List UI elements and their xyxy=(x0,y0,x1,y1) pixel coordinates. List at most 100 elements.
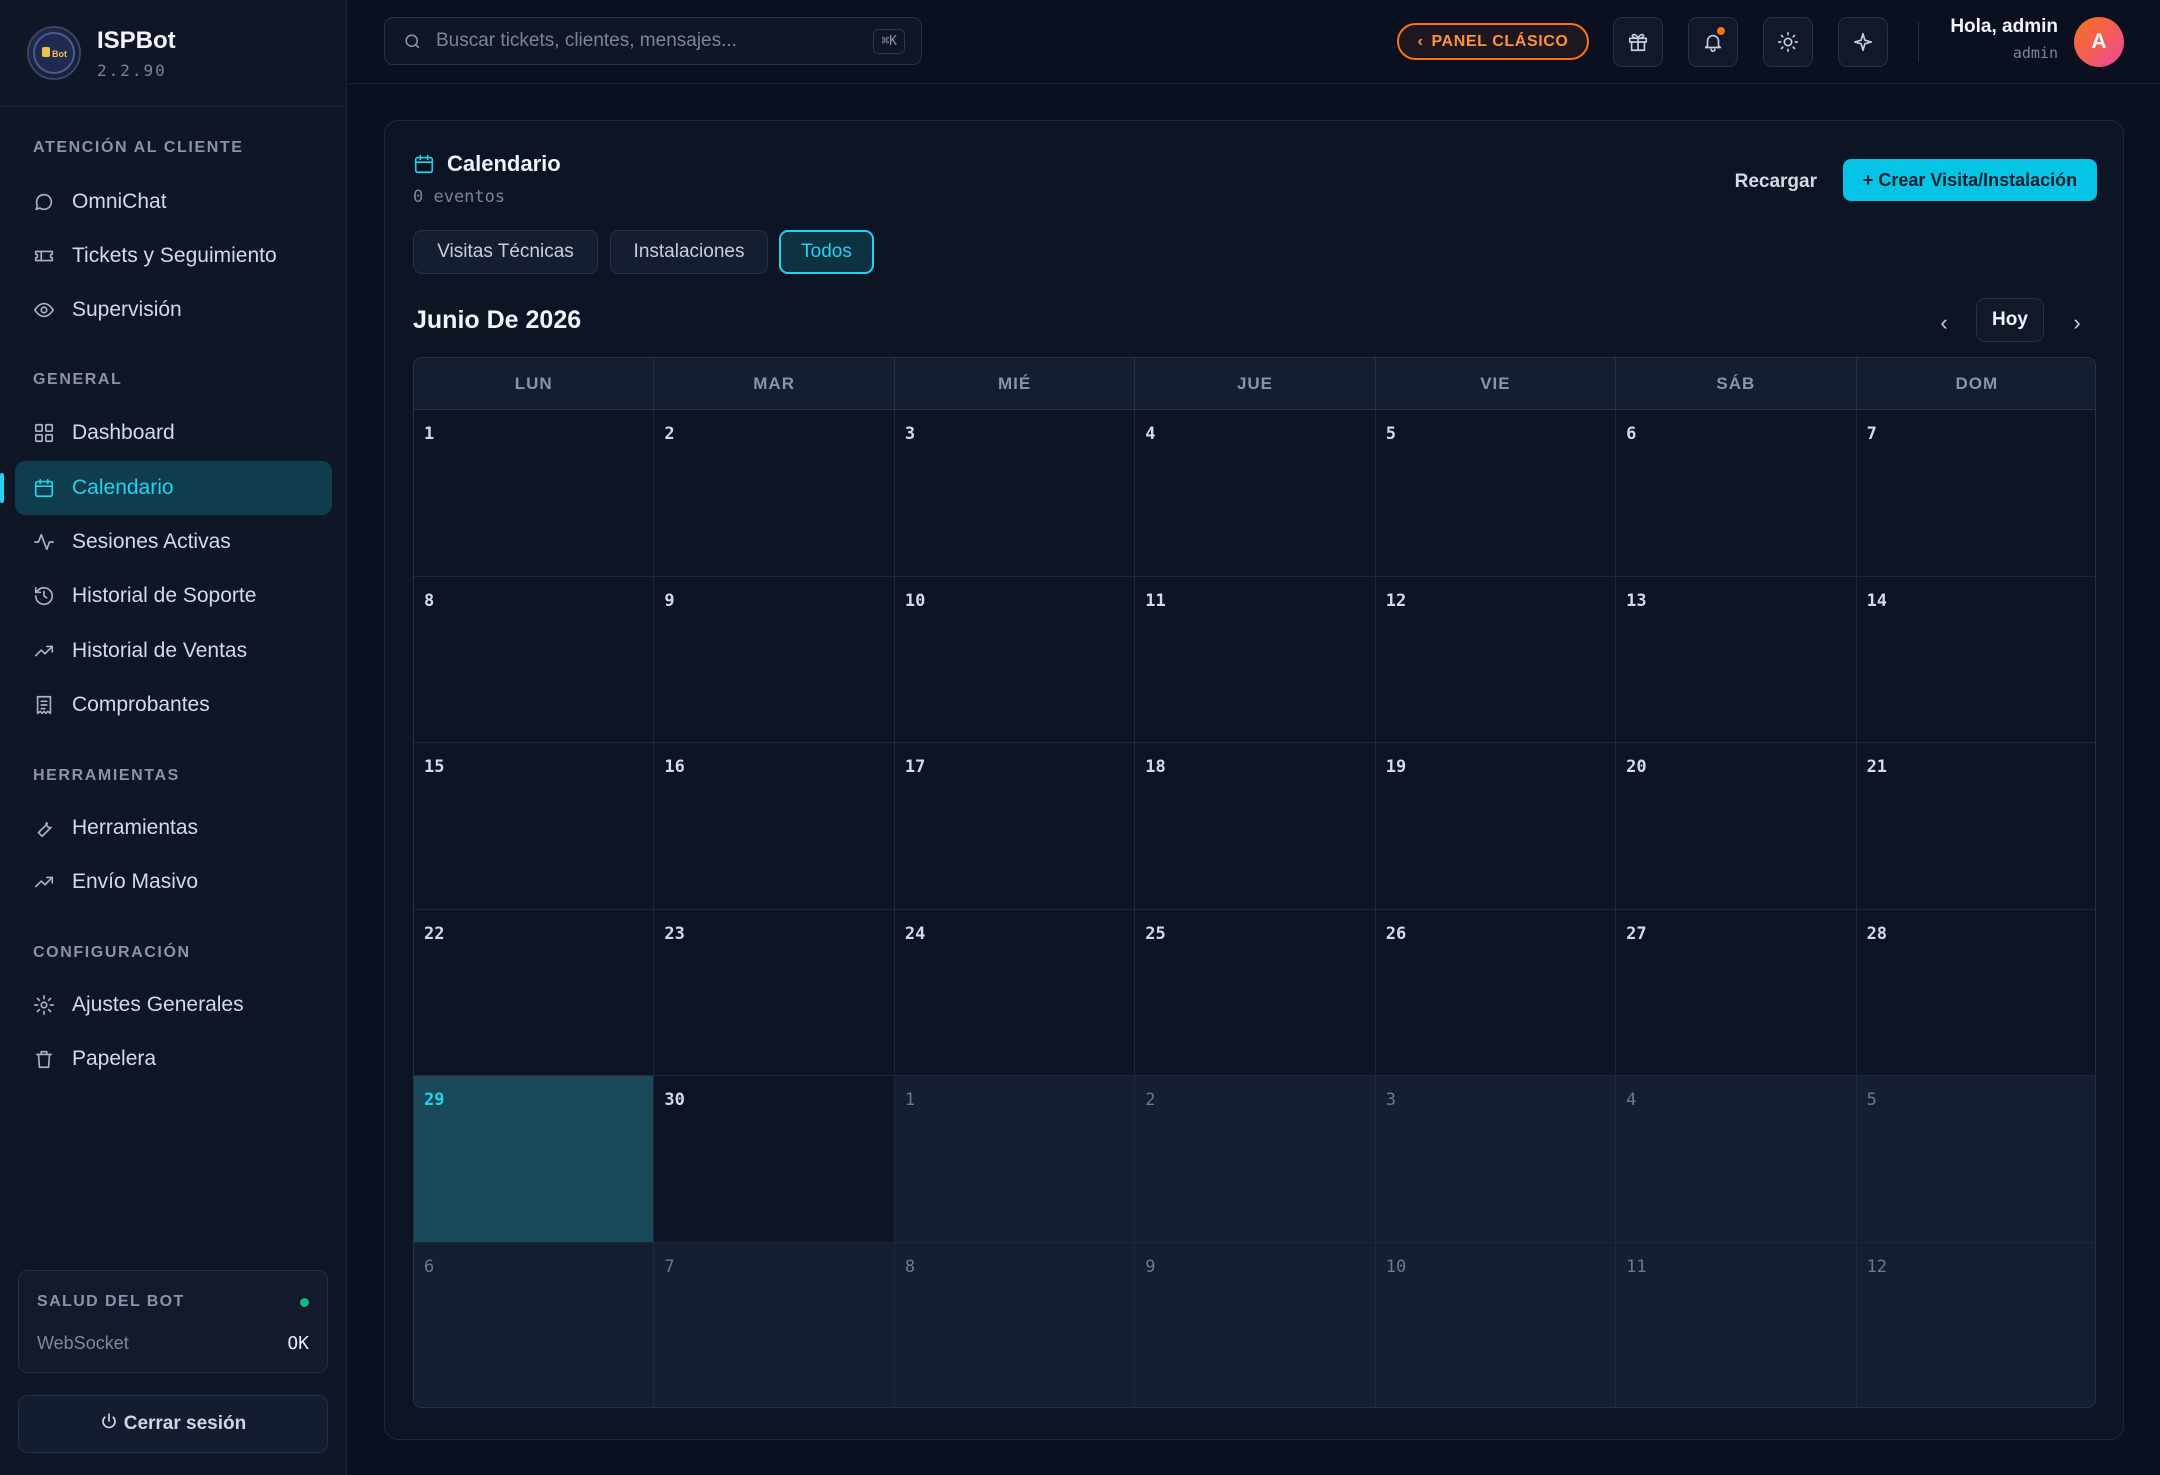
day-cell[interactable]: 21 xyxy=(1856,743,2095,910)
day-cell[interactable]: 16 xyxy=(654,743,895,910)
day-cell[interactable]: 1 xyxy=(894,1076,1136,1243)
search-input[interactable]: Buscar tickets, clientes, mensajes... ⌘K xyxy=(384,17,922,65)
day-cell[interactable]: 10 xyxy=(894,576,1136,743)
day-cell[interactable]: 27 xyxy=(1616,909,1857,1076)
gift-button[interactable] xyxy=(1613,17,1663,67)
sidebar-item-envio-masivo[interactable]: Envío Masivo xyxy=(15,855,332,909)
sidebar-item-tickets[interactable]: Tickets y Seguimiento xyxy=(15,229,332,283)
logout-button[interactable]: Cerrar sesión xyxy=(18,1395,328,1453)
sidebar-item-papelera[interactable]: Papelera xyxy=(15,1032,332,1086)
day-cell[interactable]: 7 xyxy=(654,1242,895,1407)
trash-icon xyxy=(33,1048,55,1070)
day-cell[interactable]: 3 xyxy=(894,410,1136,577)
theme-toggle-button[interactable] xyxy=(1763,17,1813,67)
section-title-herramientas: HERRAMIENTAS xyxy=(33,767,180,784)
day-cell[interactable]: 22 xyxy=(414,909,655,1076)
weekday-header: LUN MAR MIÉ JUE VIE SÁB DOM xyxy=(414,358,2095,410)
sidebar-item-supervision[interactable]: Supervisión xyxy=(15,283,332,337)
sparkle-button[interactable] xyxy=(1838,17,1888,67)
day-cell[interactable]: 28 xyxy=(1856,909,2095,1076)
day-cell[interactable]: 13 xyxy=(1616,576,1857,743)
day-cell[interactable]: 20 xyxy=(1616,743,1857,910)
day-cell[interactable]: 9 xyxy=(1135,1242,1376,1407)
day-cell[interactable]: 5 xyxy=(1856,1076,2095,1243)
day-cell[interactable]: 6 xyxy=(414,1242,655,1407)
day-number: 20 xyxy=(1626,757,1647,777)
day-cell[interactable]: 12 xyxy=(1375,576,1617,743)
sidebar-item-sesiones[interactable]: Sesiones Activas xyxy=(15,515,332,569)
health-value: OK xyxy=(287,1333,309,1354)
day-cell[interactable]: 14 xyxy=(1856,576,2095,743)
sidebar-item-dashboard[interactable]: Dashboard xyxy=(15,406,332,460)
today-button[interactable]: Hoy xyxy=(1976,298,2044,342)
day-number: 12 xyxy=(1866,1256,1888,1277)
section-title-atencion: ATENCIÓN AL CLIENTE xyxy=(33,139,244,156)
ticket-icon xyxy=(33,245,55,267)
avatar[interactable]: A xyxy=(2074,17,2124,67)
day-cell[interactable]: 24 xyxy=(894,909,1136,1076)
prev-month-button[interactable]: ‹ xyxy=(1924,303,1964,343)
day-number: 10 xyxy=(1385,1256,1407,1277)
day-cell[interactable]: 2 xyxy=(654,410,895,577)
day-cell[interactable]: 3 xyxy=(1375,1076,1617,1243)
day-cell[interactable]: 30 xyxy=(654,1076,895,1243)
day-number: 8 xyxy=(424,590,435,611)
day-cell[interactable]: 9 xyxy=(654,576,895,743)
next-month-button[interactable]: › xyxy=(2057,303,2097,343)
day-cell[interactable]: 17 xyxy=(894,743,1136,910)
day-number: 24 xyxy=(904,923,926,944)
day-cell[interactable]: 8 xyxy=(414,576,655,743)
event-count: 0 eventos xyxy=(413,187,506,207)
day-cell[interactable]: 11 xyxy=(1616,1242,1857,1407)
day-cell[interactable]: 4 xyxy=(1135,410,1376,577)
notifications-button[interactable] xyxy=(1688,17,1738,67)
sidebar-item-historial-soporte[interactable]: Historial de Soporte xyxy=(15,569,332,623)
day-cell[interactable]: 10 xyxy=(1375,1242,1617,1407)
day-number: 26 xyxy=(1385,923,1407,944)
day-cell[interactable]: 2 xyxy=(1135,1076,1376,1243)
filter-instalaciones[interactable]: Instalaciones xyxy=(610,230,768,274)
calendar-icon xyxy=(414,154,434,174)
sidebar-item-comprobantes[interactable]: Comprobantes xyxy=(15,678,332,732)
day-number: 5 xyxy=(1866,1090,1877,1110)
sidebar-item-omnichat[interactable]: OmniChat xyxy=(15,175,332,229)
grid-icon xyxy=(33,422,55,444)
day-cell[interactable]: 8 xyxy=(894,1242,1136,1407)
sidebar-item-calendario[interactable]: Calendario xyxy=(15,461,332,515)
filter-visitas-tecnicas[interactable]: Visitas Técnicas xyxy=(413,230,598,274)
day-number: 7 xyxy=(1866,424,1877,444)
user-greeting[interactable]: Hola, admin admin xyxy=(1950,16,2058,62)
calendar-icon xyxy=(33,477,55,499)
weekday-sáb: SÁB xyxy=(1616,358,1857,410)
day-cell[interactable]: 26 xyxy=(1375,909,1617,1076)
day-cell[interactable]: 19 xyxy=(1375,743,1617,910)
day-cell[interactable]: 6 xyxy=(1616,410,1857,577)
day-cell[interactable]: 12 xyxy=(1856,1242,2095,1407)
day-cell[interactable]: 23 xyxy=(654,909,895,1076)
day-number: 19 xyxy=(1385,757,1407,777)
greeting-text: Hola, admin xyxy=(1950,16,2058,37)
reload-button[interactable]: Recargar xyxy=(1735,171,1817,193)
day-number: 2 xyxy=(1145,1090,1156,1110)
classic-panel-button[interactable]: ‹ PANEL CLÁSICO xyxy=(1397,23,1589,60)
day-cell[interactable]: 11 xyxy=(1135,576,1376,743)
day-cell[interactable]: 25 xyxy=(1135,909,1376,1076)
day-cell[interactable]: 4 xyxy=(1616,1076,1857,1243)
day-cell[interactable]: 18 xyxy=(1135,743,1376,910)
sidebar-item-ajustes[interactable]: Ajustes Generales xyxy=(15,978,332,1032)
app-logo[interactable]: Bot xyxy=(27,26,81,80)
day-cell[interactable]: 15 xyxy=(414,743,655,910)
day-cell[interactable]: 1 xyxy=(414,410,655,577)
filter-todos[interactable]: Todos xyxy=(779,230,874,274)
day-cell[interactable]: 7 xyxy=(1856,410,2095,577)
sidebar-item-label: Supervisión xyxy=(72,298,182,321)
day-number: 14 xyxy=(1866,590,1888,611)
day-cell[interactable]: 5 xyxy=(1375,410,1617,577)
sidebar-item-herramientas[interactable]: Herramientas xyxy=(15,801,332,855)
health-title: SALUD DEL BOT xyxy=(37,1293,185,1310)
eye-icon xyxy=(33,299,55,321)
sidebar-item-historial-ventas[interactable]: Historial de Ventas xyxy=(15,624,332,678)
day-number: 18 xyxy=(1145,757,1166,777)
create-visit-button[interactable]: + Crear Visita/Instalación xyxy=(1843,159,2097,201)
day-cell-today[interactable]: 29 xyxy=(414,1076,655,1243)
